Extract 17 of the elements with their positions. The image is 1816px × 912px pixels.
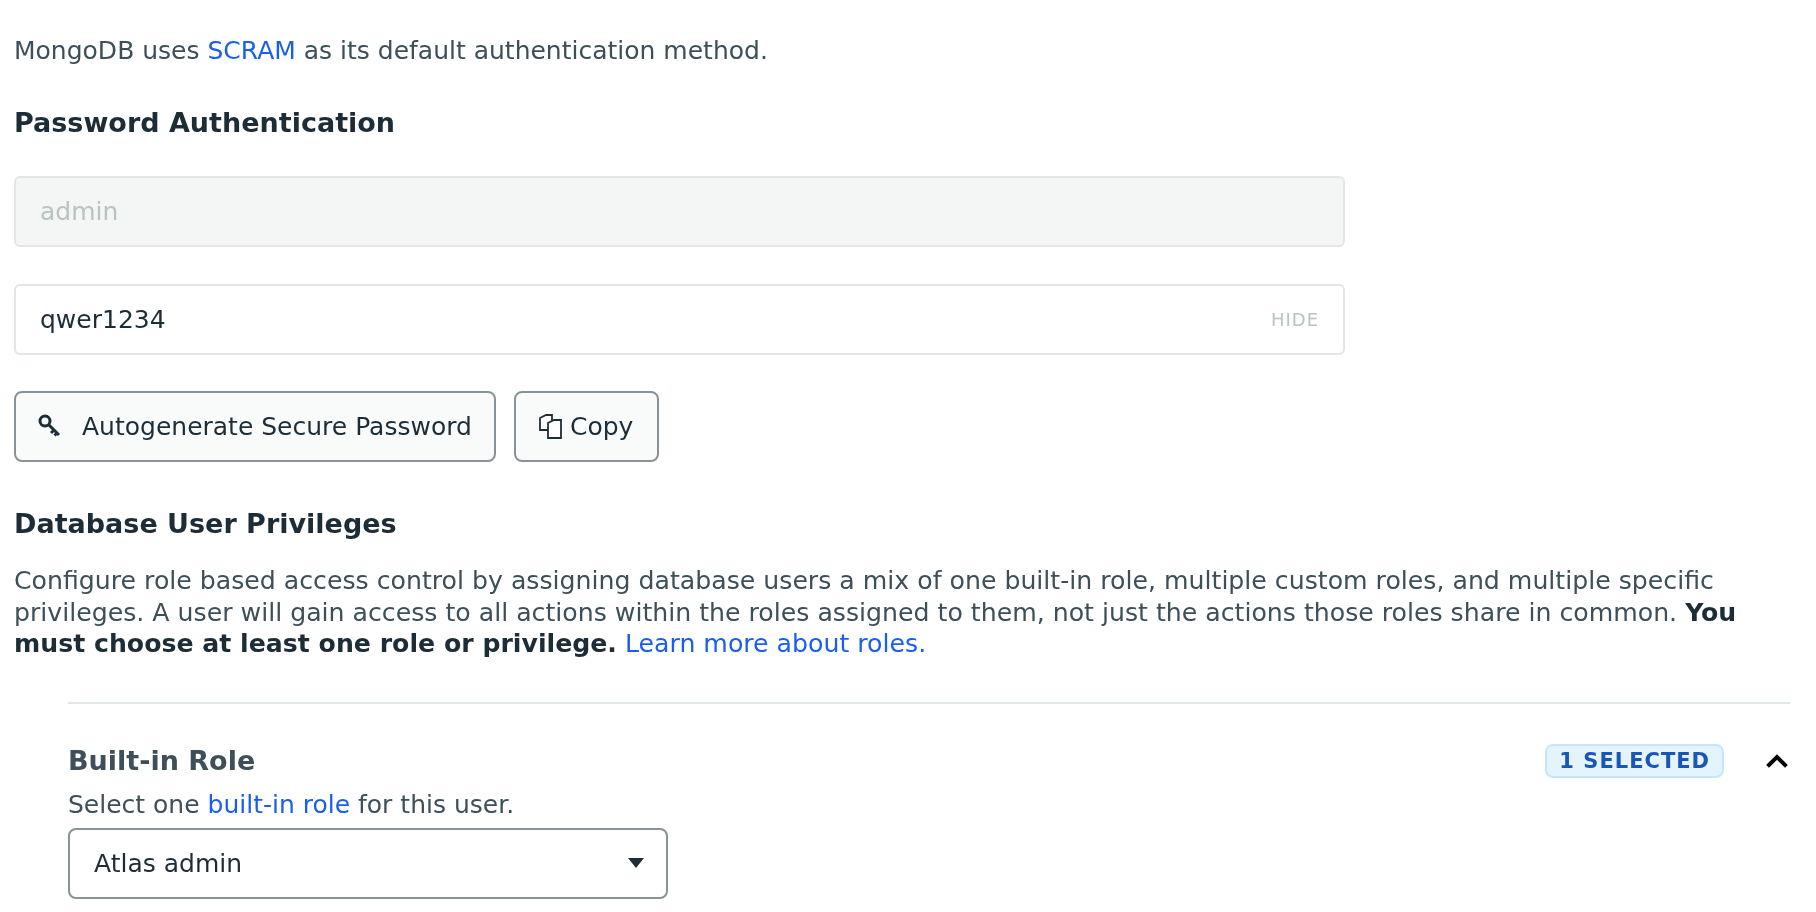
role-hint: Select one built-in role for this user.: [68, 789, 516, 819]
privileges-description: Configure role based access control by assigning database users a mix of one built-in role, multiple custom roles, and multiple specific privileges. A user will gain access to all actions within the roles assigned to them, not just the actions those roles share in common. You must choose at least one role or privilege. Learn more about roles.: [14, 565, 1738, 660]
role-dropdown[interactable]: Atlas admin: [68, 827, 668, 899]
built-in-role-link[interactable]: built-in role: [207, 789, 351, 819]
intro-text: MongoDB uses SCRAM as its default authentication method.: [14, 36, 769, 65]
text-field: admin: [14, 176, 1345, 247]
copy-icon: [537, 413, 564, 440]
learn-more-link[interactable]: Learn more about roles.: [624, 629, 927, 658]
autogenerate-password-button[interactable]: Autogenerate Secure Password: [14, 391, 496, 462]
selected-count-badge: 1 SELECTED: [1545, 743, 1724, 778]
copy-button[interactable]: Copy: [513, 391, 660, 462]
section-heading: Password Authentication: [14, 107, 397, 138]
section-heading: Database User Privileges: [14, 508, 398, 539]
section-heading: Built-in Role: [68, 745, 257, 776]
text-field[interactable]: qwer1234 HIDE: [14, 284, 1345, 355]
scram-link[interactable]: SCRAM: [207, 36, 296, 65]
dropdown-arrow-icon: [628, 858, 644, 868]
